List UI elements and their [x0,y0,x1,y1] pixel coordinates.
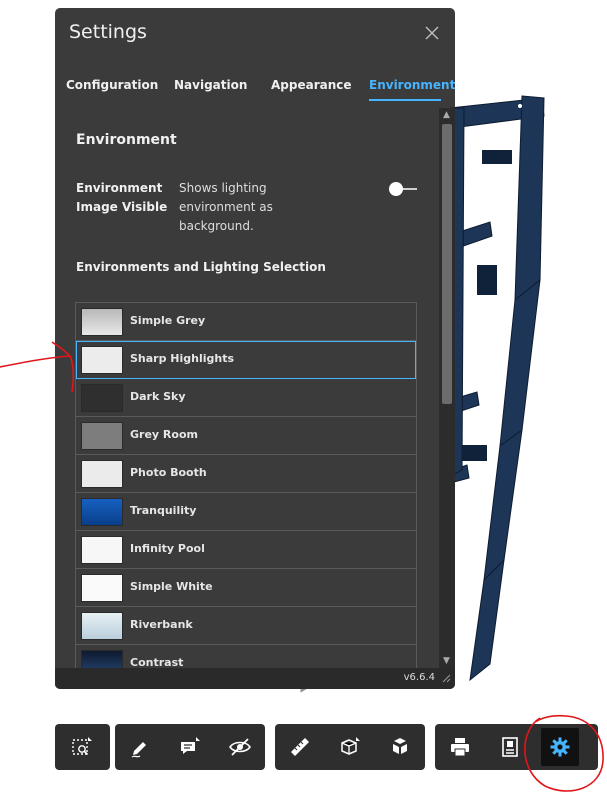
tab-configuration[interactable]: Configuration [66,78,158,92]
environment-item-sharp-highlights[interactable]: Sharp Highlights [76,341,416,379]
environment-swatch [81,612,123,640]
print-button[interactable] [441,728,479,766]
settings-title: Settings [69,21,147,43]
scroll-down-icon[interactable]: ▼ [443,656,450,666]
environment-name: Contrast [130,656,184,668]
settings-content: Environment Environment Image Visible Sh… [55,108,439,668]
environment-list: Simple Grey Sharp Highlights Dark Sky Gr… [75,302,417,668]
environment-swatch [81,574,123,602]
measure-button[interactable] [281,728,319,766]
environment-item-grey-room[interactable]: Grey Room [76,417,416,455]
settings-tabs: Configuration Navigation Appearance Envi… [55,72,455,106]
lighting-selection-title: Environments and Lighting Selection [76,260,326,274]
environment-swatch [81,498,123,526]
toolbar-group-model [275,724,425,770]
settings-panel: Settings Configuration Navigation Appear… [55,8,455,689]
toolbar-group-markup [115,724,265,770]
environment-visible-label: Environment Image Visible [76,181,168,214]
toggle-knob [389,182,403,196]
fit-to-view-button[interactable] [63,728,101,766]
environment-name: Dark Sky [130,390,186,403]
environment-item-contrast[interactable]: Contrast [76,645,416,668]
environment-visible-description: Shows lighting environment as background… [179,181,273,233]
environment-name: Photo Booth [130,466,207,479]
scroll-up-icon[interactable]: ▲ [443,110,450,120]
measure-ruler-icon [291,738,309,756]
markup-pen-icon [131,742,146,758]
close-button[interactable] [421,22,443,44]
environment-swatch [81,308,123,336]
hide-button[interactable] [221,728,259,766]
environment-item-simple-grey[interactable]: Simple Grey [76,303,416,341]
environment-item-dark-sky[interactable]: Dark Sky [76,379,416,417]
environment-swatch [81,422,123,450]
resize-grip-icon[interactable] [441,673,451,683]
active-tab-indicator [369,99,441,101]
settings-footer: v6.6.4 [55,668,455,689]
environment-name: Infinity Pool [130,542,205,555]
environment-item-photo-booth[interactable]: Photo Booth [76,455,416,493]
environment-item-simple-white[interactable]: Simple White [76,569,416,607]
tab-navigation[interactable]: Navigation [174,78,247,92]
environment-swatch [81,536,123,564]
environment-item-riverbank[interactable]: Riverbank [76,607,416,645]
content-scrollbar[interactable]: ▲ ▼ [439,108,455,668]
environment-item-tranquility[interactable]: Tranquility [76,493,416,531]
environment-swatch [81,650,123,668]
print-icon [451,738,469,757]
explode-cube-icon [393,738,407,754]
environment-name: Tranquility [130,504,197,517]
environment-swatch [81,384,123,412]
section-title: Environment [76,132,177,148]
hide-icon [229,738,251,756]
tab-appearance[interactable]: Appearance [271,78,352,92]
version-label: v6.6.4 [403,672,435,683]
section-box-icon [341,737,360,755]
environment-item-infinity-pool[interactable]: Infinity Pool [76,531,416,569]
tab-environment[interactable]: Environment [369,78,455,92]
scroll-thumb[interactable] [442,124,452,404]
environment-name: Sharp Highlights [130,352,235,365]
markup-button[interactable] [121,728,159,766]
settings-gear-icon [550,737,570,757]
properties-icon [502,737,518,757]
section-button[interactable] [331,728,369,766]
close-icon [425,26,439,40]
environment-swatch [81,460,123,488]
environment-swatch [81,346,123,374]
properties-button[interactable] [491,728,529,766]
toolbar-group-navigation [55,724,110,770]
environment-name: Riverbank [130,618,193,631]
explode-button[interactable] [381,728,419,766]
settings-header: Settings [55,8,455,58]
environment-name: Grey Room [130,428,198,441]
comment-icon [181,737,200,754]
toolbar-group-settings [435,724,598,770]
settings-button[interactable] [541,728,579,766]
comment-button[interactable] [171,728,209,766]
environment-name: Simple White [130,580,213,593]
environment-visible-toggle[interactable] [389,182,417,196]
environment-name: Simple Grey [130,314,206,327]
fit-to-view-icon [72,737,92,756]
